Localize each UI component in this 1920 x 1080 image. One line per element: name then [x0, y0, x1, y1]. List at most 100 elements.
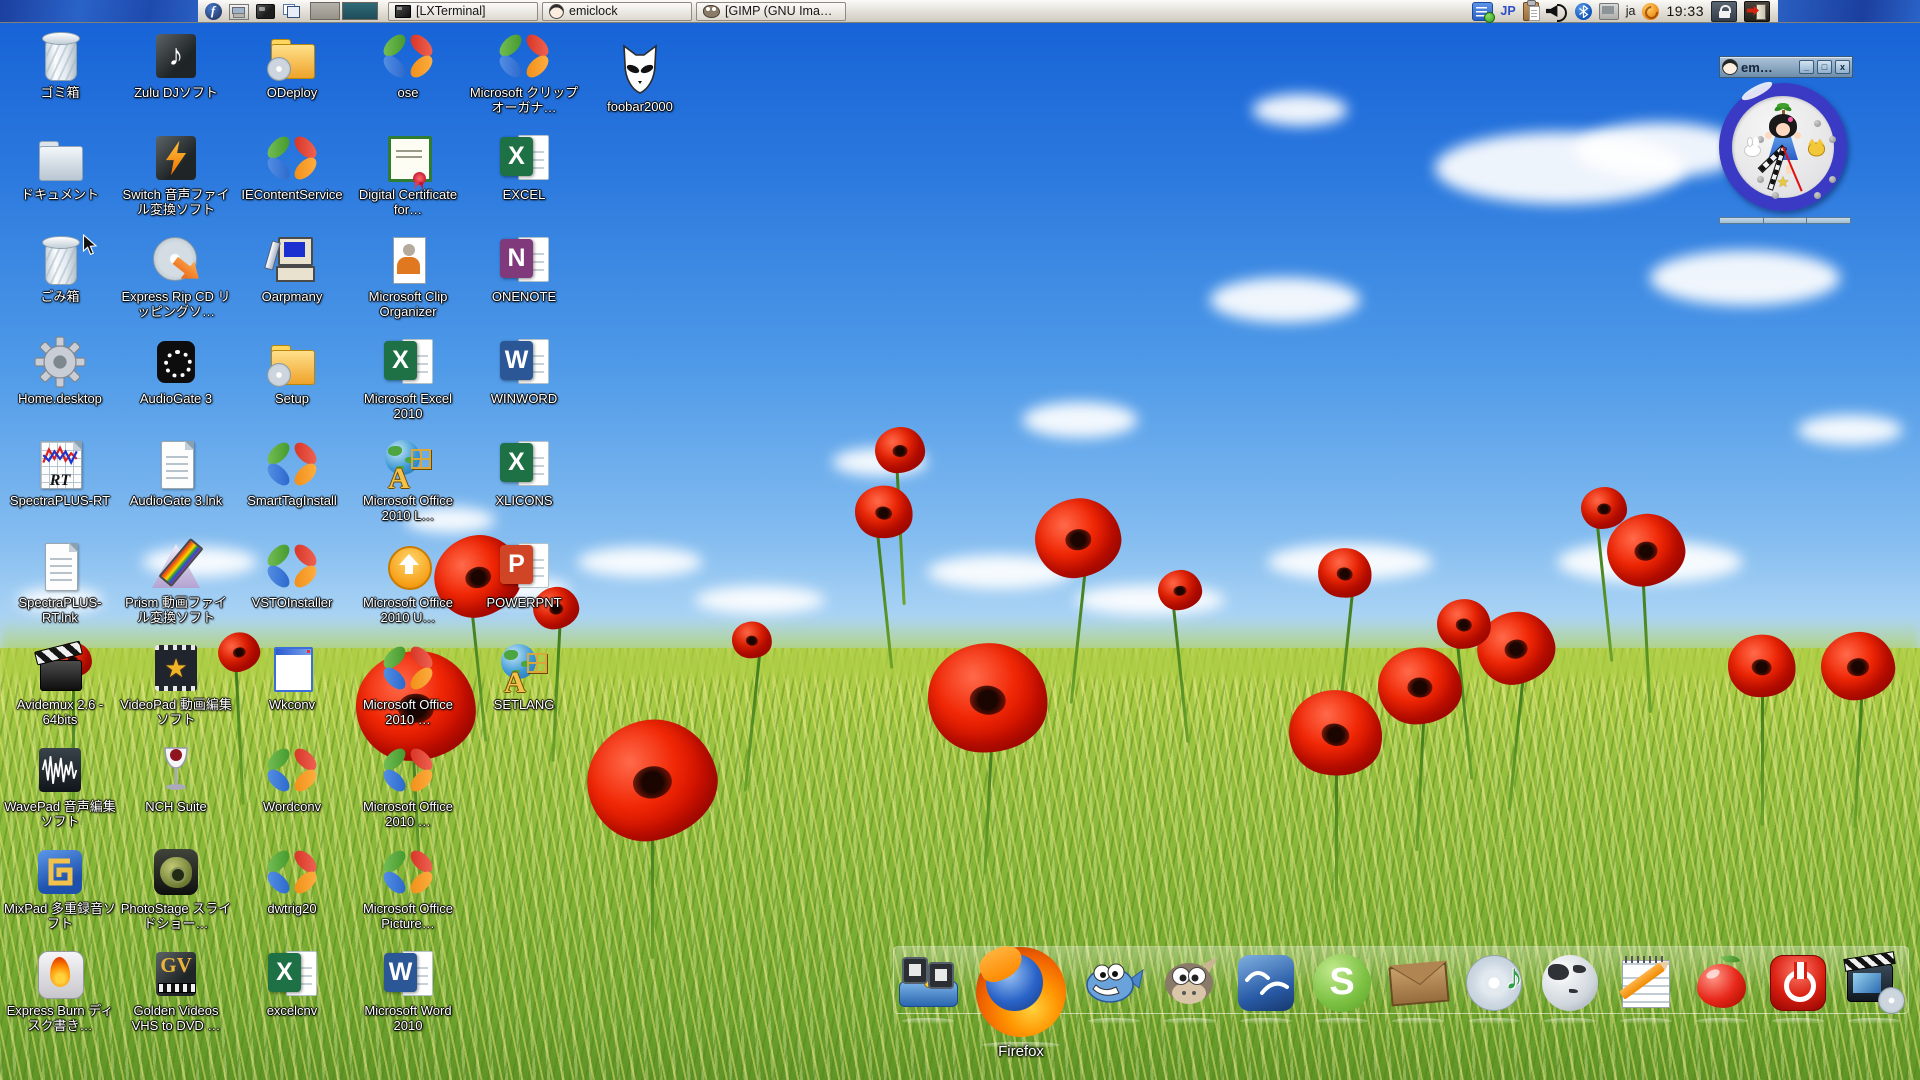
desktop-icon-label: Wordconv	[263, 800, 321, 815]
display-icon[interactable]	[1599, 3, 1619, 20]
dock-item-music-player[interactable]: ♪	[1463, 952, 1525, 1014]
desktop-icon-mixpad[interactable]: MixPad 多重録音ソフト	[3, 844, 117, 946]
excel-icon: X	[496, 436, 552, 492]
desktop-icon-ms-office-2010-b[interactable]: Microsoft Office 2010 …	[351, 742, 465, 844]
desktop-icon-photostage[interactable]: PhotoStage スライドショー…	[119, 844, 233, 946]
emiclock-minimize-button[interactable]: _	[1799, 60, 1814, 74]
dock-item-web-browser[interactable]	[1539, 952, 1601, 1014]
emiclock-titlebar[interactable]: em… _ □ x	[1719, 56, 1853, 78]
input-method-mode-label[interactable]: JP	[1500, 4, 1515, 18]
desktop-icon-express-rip[interactable]: Express Rip CD リッピングソ…	[119, 232, 233, 334]
window-button-lxterminal[interactable]: [LXTerminal]	[388, 2, 538, 21]
desktop-icon-ose[interactable]: ose	[351, 28, 465, 130]
input-method-icon[interactable]	[1472, 2, 1493, 21]
panel-clock[interactable]: 19:33	[1666, 3, 1704, 19]
dock-hover-label: Firefox	[998, 1043, 1044, 1060]
desktop-icon-smarttaginstall[interactable]: SmartTagInstall	[235, 436, 349, 538]
workspace-2-active[interactable]	[342, 2, 378, 20]
desktop-icon-setup[interactable]: Setup	[235, 334, 349, 436]
dock-item-notes[interactable]	[1615, 952, 1677, 1014]
desktop-icon-foobar2000[interactable]: foobar2000	[583, 42, 697, 130]
desktop-icon-gomibako-2[interactable]: ごみ箱	[3, 232, 117, 334]
videopad-icon: ★	[148, 640, 204, 696]
window-list-button[interactable]	[279, 1, 303, 21]
desktop-icon-iecontentservice[interactable]: IEContentService	[235, 130, 349, 232]
bluetooth-icon[interactable]	[1575, 3, 1592, 20]
desktop-icon-ms-clip-organizer-ja[interactable]: Microsoft クリップ オーガナ…	[467, 28, 581, 130]
volume-icon[interactable]	[1546, 2, 1568, 20]
desktop-icon-gomibako[interactable]: ゴミ箱	[3, 28, 117, 130]
dock-item-device-switcher[interactable]	[897, 952, 959, 1014]
desktop-icon-zulu-dj[interactable]: ♪Zulu DJソフト	[119, 28, 233, 130]
emiclock-window[interactable]: em… _ □ x ★	[1719, 56, 1853, 224]
lock-screen-icon[interactable]	[1711, 1, 1737, 22]
dock-item-power[interactable]	[1767, 952, 1829, 1014]
desktop-icon-digital-certificate[interactable]: Digital Certificate for…	[351, 130, 465, 232]
desktop-icon-ms-excel-2010[interactable]: XMicrosoft Excel 2010	[351, 334, 465, 436]
desktop-icon-label: Microsoft クリップ オーガナ…	[467, 86, 581, 115]
desktop-icon-ms-word-2010[interactable]: WMicrosoft Word 2010	[351, 946, 465, 1048]
desktop-icon-odeploy[interactable]: ODeploy	[235, 28, 349, 130]
file-manager-button[interactable]	[227, 1, 251, 21]
desktop-icon-spectraplus-rt[interactable]: RTSpectraPLUS-RT	[3, 436, 117, 538]
desktop-icon-label: WavePad 音声編集ソフト	[3, 800, 117, 829]
window-button-gimp[interactable]: [GIMP (GNU Ima…	[696, 2, 846, 21]
desktop-icon-label: Microsoft Office Picture…	[351, 902, 465, 931]
network-icon[interactable]	[1642, 3, 1659, 20]
desktop-icon-ms-office-picture[interactable]: Microsoft Office Picture…	[351, 844, 465, 946]
desktop-icon-golden-videos[interactable]: GVGolden Videos VHS to DVD …	[119, 946, 233, 1048]
bolt-icon	[148, 130, 204, 186]
desktop-icon-ms-office-2010-u[interactable]: Microsoft Office 2010 U…	[351, 538, 465, 640]
desktop-icon-express-burn[interactable]: Express Burn ディスク書き…	[3, 946, 117, 1048]
window-button-emiclock[interactable]: emiclock	[542, 2, 692, 21]
show-desktop-button[interactable]	[253, 1, 277, 21]
workspace-1[interactable]	[310, 2, 340, 20]
desktop-icon-ms-office-2010-l[interactable]: AMicrosoft Office 2010 L…	[351, 436, 465, 538]
desktop-icon-vstoinstaller[interactable]: VSTOInstaller	[235, 538, 349, 640]
desktop-icon-dwtrig20[interactable]: dwtrig20	[235, 844, 349, 946]
menu-button-fedora[interactable]: f	[201, 1, 225, 21]
dock-item-video-player[interactable]	[1843, 952, 1905, 1014]
desktop-icon-powerpnt[interactable]: PPOWERPNT	[467, 538, 581, 640]
desktop-icon-audiogate-3[interactable]: AudioGate 3	[119, 334, 233, 436]
dock-item-bluefish[interactable]	[1083, 952, 1145, 1014]
logout-icon[interactable]	[1744, 1, 1770, 22]
desktop-icon-spectraplus-rt-lnk[interactable]: SpectraPLUS-RT.lnk	[3, 538, 117, 640]
globelang-icon: A	[380, 436, 436, 492]
desktop-icon-excel[interactable]: XEXCEL	[467, 130, 581, 232]
dock-item-skype[interactable]: S	[1311, 952, 1373, 1014]
emiclock-close-button[interactable]: x	[1835, 60, 1850, 74]
desktop-icon-winword[interactable]: WWINWORD	[467, 334, 581, 436]
wave-icon	[32, 742, 88, 798]
keyboard-layout-label[interactable]: ja	[1626, 4, 1636, 18]
desktop-icon-excelcnv[interactable]: Xexcelcnv	[235, 946, 349, 1048]
desktop-icon-nch-suite[interactable]: NCH Suite	[119, 742, 233, 844]
dock-item-openoffice[interactable]	[1235, 952, 1297, 1014]
desktop-icon-videopad[interactable]: ★VideoPad 動画編集ソフト	[119, 640, 233, 742]
desktop-icon-setlang[interactable]: ASETLANG	[467, 640, 581, 742]
desktop-icon-oarpmany[interactable]: Oarpmany	[235, 232, 349, 334]
dock-item-apple[interactable]	[1691, 952, 1753, 1014]
desktop-icon-ms-clip-organizer[interactable]: Microsoft Clip Organizer	[351, 232, 465, 334]
desktop-icon-wavepad[interactable]: WavePad 音声編集ソフト	[3, 742, 117, 844]
desktop-icon-xlicons[interactable]: XXLICONS	[467, 436, 581, 538]
desktop-icon-home-desktop[interactable]: Home.desktop	[3, 334, 117, 436]
desktop-icon-audiogate-3-lnk[interactable]: AudioGate 3.lnk	[119, 436, 233, 538]
desktop-icon-documents[interactable]: ドキュメント	[3, 130, 117, 232]
desktop-icon-prism[interactable]: Prism 動画ファイル変換ソフト	[119, 538, 233, 640]
dock-item-mail[interactable]	[1387, 952, 1449, 1014]
dock-item-gimp[interactable]	[1159, 952, 1221, 1014]
clipboard-icon[interactable]	[1523, 2, 1539, 21]
computer-icon	[264, 232, 320, 288]
desktop-icon-avidemux[interactable]: Avidemux 2.6 - 64bits	[3, 640, 117, 742]
desktop-icon-label: Switch 音声ファイル変換ソフト	[119, 188, 233, 217]
desktop-icon-switch-audio[interactable]: Switch 音声ファイル変換ソフト	[119, 130, 233, 232]
word-icon: W	[496, 334, 552, 390]
dock-item-firefox[interactable]: Firefox	[975, 946, 1067, 1038]
desktop-icon-ms-office-2010-a[interactable]: Microsoft Office 2010 …	[351, 640, 465, 742]
desktop-icon-onenote[interactable]: NONENOTE	[467, 232, 581, 334]
gv-icon: GV	[148, 946, 204, 1002]
desktop-icon-wordconv[interactable]: Wordconv	[235, 742, 349, 844]
desktop-icon-wkconv[interactable]: Wkconv	[235, 640, 349, 742]
emiclock-maximize-button[interactable]: □	[1817, 60, 1832, 74]
